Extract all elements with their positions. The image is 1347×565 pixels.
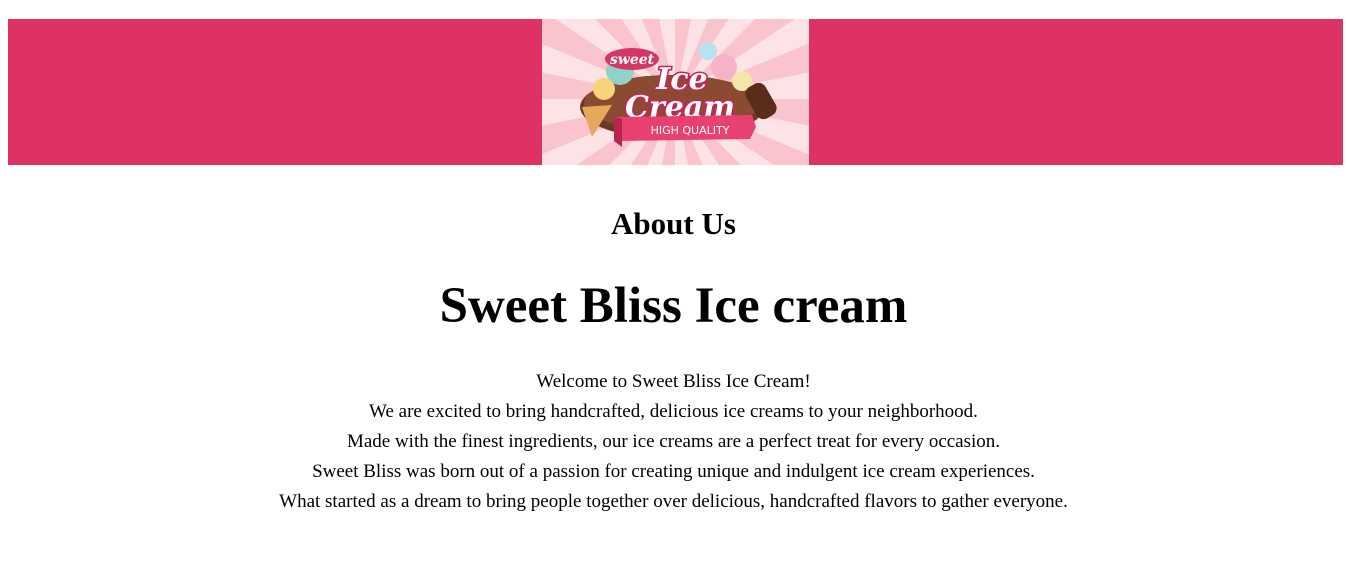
about-paragraph: Welcome to Sweet Bliss Ice Cream! We are… [0,367,1347,517]
paragraph-line: Made with the finest ingredients, our ic… [346,431,1001,452]
logo-ribbon-text: HIGH QUALITY [651,124,730,137]
page-title: About Us [611,206,736,241]
brand-heading: Sweet Bliss Ice cream [439,278,908,334]
header-banner: sweet Ice Cream HIGH QUALITY [8,19,1343,165]
paragraph-line: Welcome to Sweet Bliss Ice Cream! [536,371,811,392]
paragraph-line: What started as a dream to bring people … [279,491,1068,512]
ice-cream-logo-image: sweet Ice Cream HIGH QUALITY [542,19,809,165]
logo-sweet-text: sweet [610,52,655,68]
ice-cream-logo-icon: sweet Ice Cream HIGH QUALITY [542,19,809,165]
paragraph-line: We are excited to bring handcrafted, del… [369,401,978,422]
paragraph-line: Sweet Bliss was born out of a passion fo… [312,461,1035,482]
